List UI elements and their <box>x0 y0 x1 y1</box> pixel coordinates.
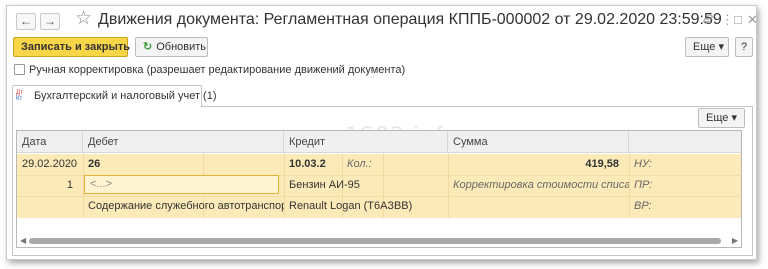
forward-arrow-icon[interactable]: → <box>40 13 60 30</box>
scroll-right-icon[interactable]: ▶ <box>732 235 738 247</box>
document-movements-window: ← → ☆ Движения документа: Регламентная о… <box>6 5 758 260</box>
tab-accounting[interactable]: Дт Кт Бухгалтерский и налоговый учет (1) <box>12 85 217 107</box>
scroll-thumb[interactable] <box>29 238 721 244</box>
cell-credit-subconto2[interactable]: Renault Logan (Т6АЗВВ) <box>284 196 448 217</box>
close-icon[interactable]: ✕ <box>747 13 758 27</box>
column-header-credit[interactable]: Кредит <box>284 131 448 153</box>
help-button[interactable]: ? <box>735 37 753 57</box>
cell-credit-subconto1[interactable]: Бензин АИ-95 <box>284 175 448 196</box>
cell-credit-qty-label: Кол.: <box>347 158 372 170</box>
title-bar: ← → ☆ Движения документа: Регламентная о… <box>7 6 758 34</box>
column-header-date[interactable]: Дата <box>17 131 83 153</box>
cell-description[interactable]: Корректировка стоимости списания <box>448 175 629 196</box>
refresh-icon: ↻ <box>143 41 153 53</box>
cell-line-number: 1 <box>66 179 73 191</box>
cell-nu-label: НУ: <box>634 158 652 170</box>
table-more-button[interactable]: Еще ▾ <box>698 108 745 128</box>
maximize-icon[interactable]: □ <box>734 13 742 27</box>
table-header: Дата Дебет Кредит Сумма <box>17 131 741 153</box>
manual-correction-checkbox[interactable] <box>14 64 25 75</box>
cell-debit-subconto2[interactable]: Содержание служебного автотранспорта <box>83 196 284 217</box>
cell-pr-label: ПР: <box>634 179 653 191</box>
save-and-close-button[interactable]: Записать и закрыть <box>13 37 130 57</box>
column-header-debit[interactable]: Дебет <box>83 131 284 153</box>
cell-amount[interactable]: 419,58 <box>448 154 625 175</box>
movements-table[interactable]: Дата Дебет Кредит Сумма 29.02.2020 26 10… <box>16 130 742 248</box>
cell-vr-label: ВР: <box>634 200 652 212</box>
cell-debit-account[interactable]: 26 <box>83 154 203 175</box>
column-header-amount[interactable]: Сумма <box>448 131 629 153</box>
refresh-label: Обновить <box>156 41 207 53</box>
scroll-left-icon[interactable]: ◀ <box>20 235 26 247</box>
manual-correction-label: Ручная корректировка (разрешает редактир… <box>29 64 406 76</box>
manual-correction-row[interactable]: Ручная корректировка (разрешает редактир… <box>14 64 405 76</box>
horizontal-scrollbar[interactable]: ◀ ▶ <box>17 235 741 247</box>
debit-subconto-input[interactable]: <...> <box>84 175 279 194</box>
cell-credit-account[interactable]: 10.03.2 <box>284 154 342 175</box>
window-title: Движения документа: Регламентная операци… <box>98 11 722 28</box>
table-row[interactable]: 29.02.2020 26 10.03.2 Кол.: 419,58 НУ: 1… <box>17 154 741 218</box>
debit-credit-icon: Дт Кт <box>16 90 23 103</box>
link-icon[interactable] <box>702 13 714 28</box>
more-options-icon[interactable]: ⋮ <box>721 13 734 27</box>
back-arrow-icon[interactable]: ← <box>16 13 36 30</box>
favorite-star-icon[interactable]: ☆ <box>75 9 92 29</box>
more-button[interactable]: Еще ▾ <box>685 37 729 57</box>
refresh-button[interactable]: ↻ Обновить <box>135 37 208 57</box>
column-header-extra <box>629 131 741 153</box>
tab-label: Бухгалтерский и налоговый учет (1) <box>34 90 217 102</box>
cell-date[interactable]: 29.02.2020 <box>17 154 83 175</box>
